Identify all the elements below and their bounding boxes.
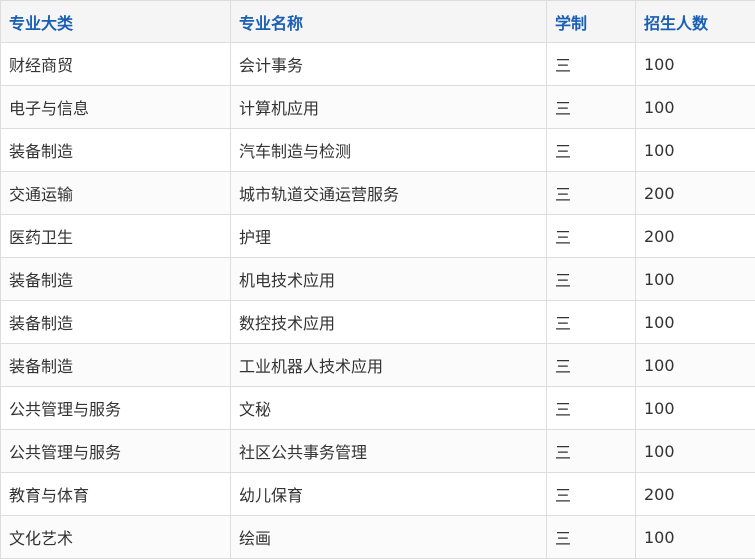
major-name-cell: 数控技术应用 (230, 300, 547, 344)
enrollment-cell: 100 (635, 42, 755, 86)
header-major-name: 专业名称 (230, 0, 547, 43)
duration-cell: 三 (546, 85, 636, 129)
duration-cell: 三 (546, 128, 636, 172)
enrollment-cell: 200 (635, 171, 755, 215)
table-body: 财经商贸 会计事务三 100 电子与信息 计算机应用三 100 装备制造 汽车制造与检测三 10… (0, 42, 755, 559)
enrollment-cell: 100 (635, 300, 755, 344)
table-row: 装备制造 机电技术应用三 100 (0, 257, 755, 301)
duration-cell: 三 (546, 300, 636, 344)
table-row: 文化艺术 绘画三 100 (0, 515, 755, 559)
major-name-cell: 社区公共事务管理 (230, 429, 547, 473)
table-row: 装备制造 汽车制造与检测三 100 (0, 128, 755, 172)
table-row: 财经商贸 会计事务三 100 (0, 42, 755, 86)
category-cell: 交通运输 (0, 171, 231, 215)
category-cell: 财经商贸 (0, 42, 231, 86)
table-row: 教育与体育 幼儿保育三 200 (0, 472, 755, 516)
enrollment-cell: 100 (635, 386, 755, 430)
duration-cell: 三 (546, 515, 636, 559)
table-row: 交通运输 城市轨道交通运营服务三 200 (0, 171, 755, 215)
major-name-cell: 幼儿保育 (230, 472, 547, 516)
enrollment-cell: 100 (635, 515, 755, 559)
category-cell: 公共管理与服务 (0, 386, 231, 430)
duration-cell: 三 (546, 214, 636, 258)
duration-cell: 三 (546, 171, 636, 215)
category-cell: 装备制造 (0, 128, 231, 172)
enrollment-cell: 100 (635, 128, 755, 172)
enrollment-cell: 200 (635, 214, 755, 258)
category-cell: 装备制造 (0, 343, 231, 387)
table-row: 公共管理与服务 文秘三 100 (0, 386, 755, 430)
category-cell: 医药卫生 (0, 214, 231, 258)
major-name-cell: 城市轨道交通运营服务 (230, 171, 547, 215)
category-cell: 装备制造 (0, 257, 231, 301)
table-header-row: 专业大类 专业名称 学制 招生人数 (0, 0, 755, 43)
category-cell: 装备制造 (0, 300, 231, 344)
duration-cell: 三 (546, 429, 636, 473)
major-name-cell: 文秘 (230, 386, 547, 430)
enrollment-cell: 100 (635, 257, 755, 301)
table-row: 装备制造 数控技术应用三 100 (0, 300, 755, 344)
table-row: 装备制造 工业机器人技术应用三 100 (0, 343, 755, 387)
duration-cell: 三 (546, 343, 636, 387)
header-major-category: 专业大类 (0, 0, 231, 43)
duration-cell: 三 (546, 472, 636, 516)
duration-cell: 三 (546, 386, 636, 430)
major-name-cell: 汽车制造与检测 (230, 128, 547, 172)
enrollment-cell: 200 (635, 472, 755, 516)
enrollment-cell: 100 (635, 429, 755, 473)
enrollment-cell: 100 (635, 85, 755, 129)
duration-cell: 三 (546, 42, 636, 86)
duration-cell: 三 (546, 257, 636, 301)
major-name-cell: 机电技术应用 (230, 257, 547, 301)
major-name-cell: 绘画 (230, 515, 547, 559)
table-row: 公共管理与服务 社区公共事务管理三 100 (0, 429, 755, 473)
major-name-cell: 计算机应用 (230, 85, 547, 129)
category-cell: 公共管理与服务 (0, 429, 231, 473)
major-name-cell: 会计事务 (230, 42, 547, 86)
header-duration: 学制 (546, 0, 636, 43)
table-row: 电子与信息 计算机应用三 100 (0, 85, 755, 129)
major-name-cell: 工业机器人技术应用 (230, 343, 547, 387)
category-cell: 电子与信息 (0, 85, 231, 129)
enrollment-table: 专业大类 专业名称 学制 招生人数 财经商贸 会计事务三 100 电子与信息 计算机应用… (0, 0, 755, 559)
category-cell: 教育与体育 (0, 472, 231, 516)
major-name-cell: 护理 (230, 214, 547, 258)
table-row: 医药卫生 护理三 200 (0, 214, 755, 258)
enrollment-cell: 100 (635, 343, 755, 387)
header-enrollment: 招生人数 (635, 0, 755, 43)
category-cell: 文化艺术 (0, 515, 231, 559)
